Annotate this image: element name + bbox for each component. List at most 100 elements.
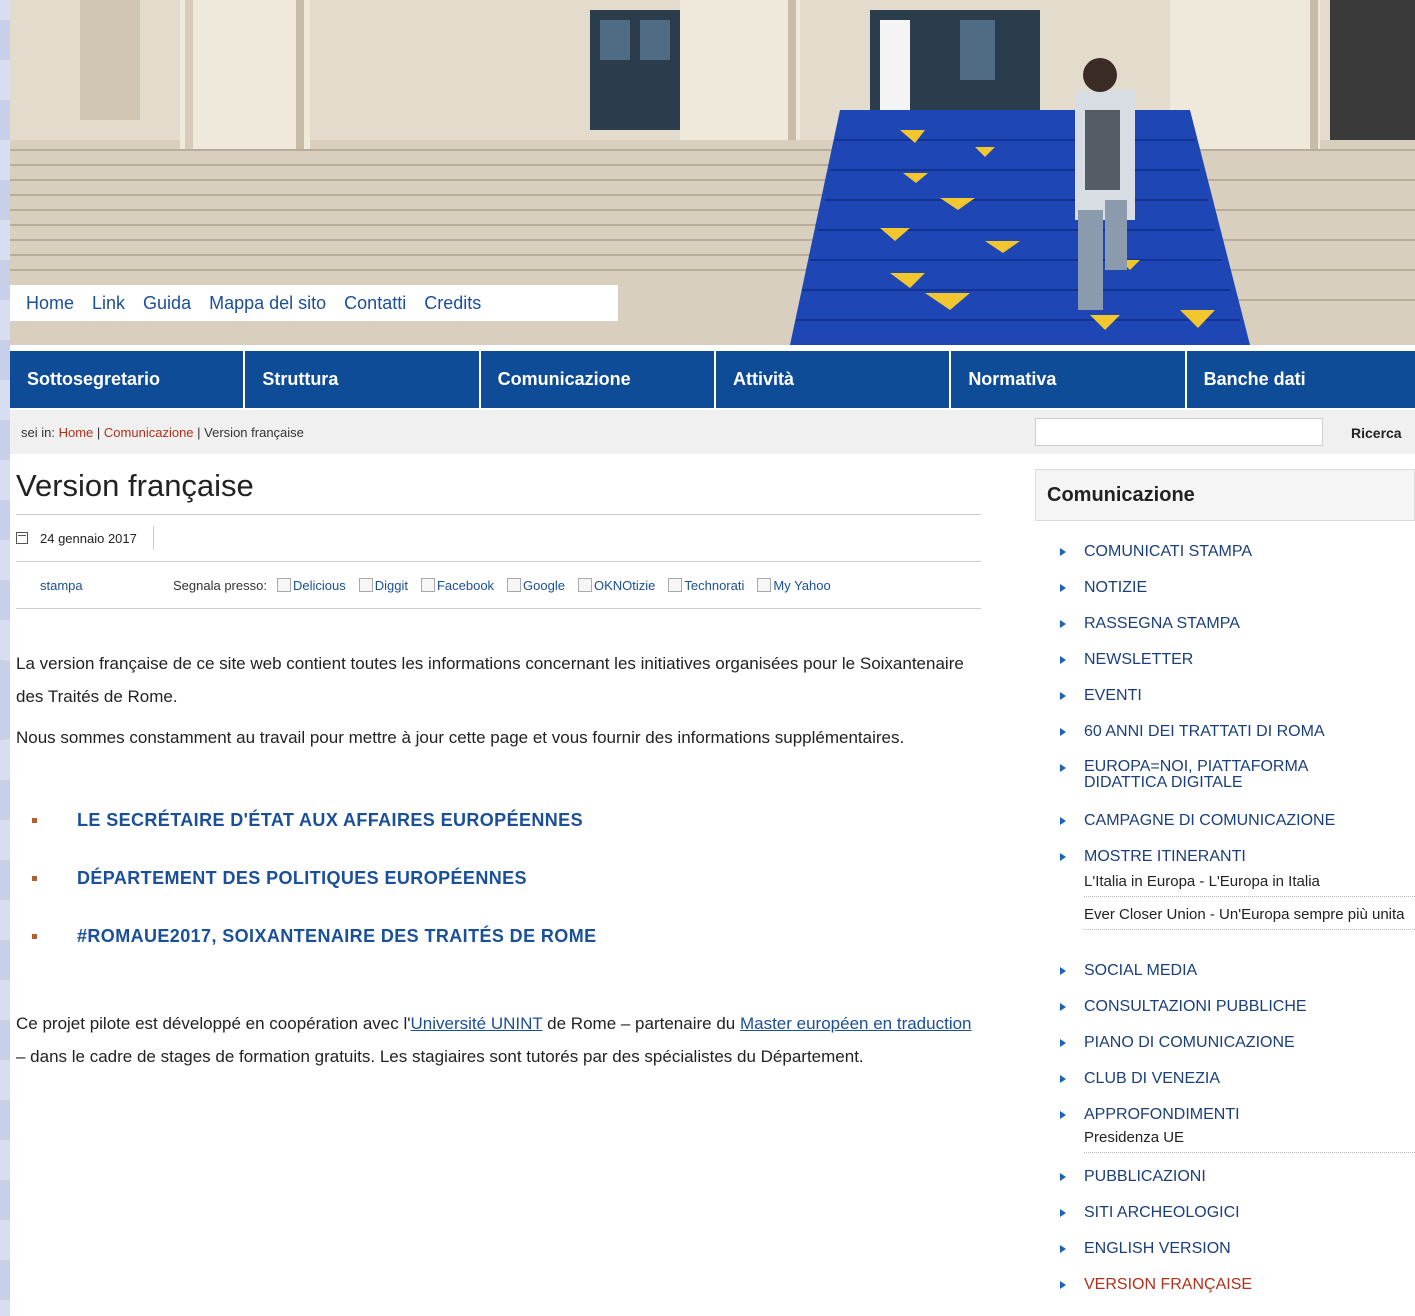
sidebar-item-rassegna-stampa[interactable]: RASSEGNA STAMPA xyxy=(1035,615,1415,651)
arrow-right-icon xyxy=(1060,548,1066,556)
arrow-right-icon xyxy=(1060,1075,1066,1083)
unint-link[interactable]: Université UNINT xyxy=(411,1014,543,1033)
arrow-right-icon xyxy=(1060,656,1066,664)
top-link-credits[interactable]: Credits xyxy=(424,293,481,314)
bullet-icon xyxy=(32,933,37,939)
sidebar-item-club-venezia[interactable]: CLUB DI VENEZIA xyxy=(1035,1070,1415,1106)
arrow-right-icon xyxy=(1060,728,1066,736)
master-link[interactable]: Master européen en traduction xyxy=(740,1014,972,1033)
sidebar-item-newsletter[interactable]: NEWSLETTER xyxy=(1035,651,1415,687)
calendar-icon xyxy=(16,532,28,544)
breadcrumb-separator: | xyxy=(96,425,101,440)
page-container: Home Link Guida Mappa del sito Contatti … xyxy=(10,0,1415,1316)
link-departement[interactable]: DÉPARTEMENT DES POLITIQUES EUROPÉENNES xyxy=(16,849,981,907)
nav-comunicazione[interactable]: Comunicazione xyxy=(480,351,714,408)
update-paragraph: Nous sommes constamment au travail pour … xyxy=(16,728,905,747)
share-myyahoo[interactable]: My Yahoo xyxy=(757,578,831,593)
sidebar-item-comunicati-stampa[interactable]: COMUNICATI STAMPA xyxy=(1035,543,1415,579)
breadcrumb-separator: | xyxy=(197,425,201,440)
top-link-mappa[interactable]: Mappa del sito xyxy=(209,293,326,314)
sidebar-item-mostre-itineranti[interactable]: MOSTRE ITINERANTI L'Italia in Europa - L… xyxy=(1035,848,1415,948)
breadcrumb: sei in: Home | Comunicazione | Version f… xyxy=(21,425,304,440)
top-links-bar: Home Link Guida Mappa del sito Contatti … xyxy=(10,285,618,321)
arrow-right-icon xyxy=(1060,620,1066,628)
sidebar-subitem-italia-in-europa[interactable]: L'Italia in Europa - L'Europa in Italia xyxy=(1084,866,1415,897)
share-diggit[interactable]: Diggit xyxy=(358,578,408,593)
breadcrumb-bar: sei in: Home | Comunicazione | Version f… xyxy=(10,410,1415,454)
project-paragraph: Ce projet pilote est développé en coopér… xyxy=(16,1014,972,1066)
nav-struttura[interactable]: Struttura xyxy=(245,351,479,408)
broken-image-icon xyxy=(358,578,373,592)
sidebar-subitem-presidenza-ue[interactable]: Presidenza UE xyxy=(1084,1124,1415,1153)
top-link-home[interactable]: Home xyxy=(26,293,74,314)
article-date: 24 gennaio 2017 xyxy=(40,530,137,546)
sidebar-item-europa-noi[interactable]: EUROPA=NOI, PIATTAFORMA DIDATTICA DIGITA… xyxy=(1035,759,1334,812)
breadcrumb-current: Version française xyxy=(204,425,304,440)
share-facebook[interactable]: Facebook xyxy=(420,578,494,593)
arrow-right-icon xyxy=(1060,692,1066,700)
share-google[interactable]: Google xyxy=(507,578,565,593)
arrow-right-icon xyxy=(1060,1003,1066,1011)
share-oknotizie[interactable]: OKNOtizie xyxy=(577,578,655,593)
arrow-right-icon xyxy=(1060,764,1066,772)
search-input[interactable] xyxy=(1035,418,1323,446)
arrow-right-icon xyxy=(1060,817,1066,825)
top-link-link[interactable]: Link xyxy=(92,293,125,314)
link-secretaire[interactable]: LE SECRÉTAIRE D'ÉTAT AUX AFFAIRES EUROPÉ… xyxy=(16,791,981,849)
arrow-right-icon xyxy=(1060,853,1066,861)
arrow-right-icon xyxy=(1060,1281,1066,1289)
sidebar-item-english-version[interactable]: ENGLISH VERSION xyxy=(1035,1240,1415,1276)
broken-image-icon xyxy=(276,578,291,592)
sidebar-item-version-francaise[interactable]: VERSION FRANÇAISE xyxy=(1035,1276,1415,1312)
article-meta: 24 gennaio 2017 xyxy=(16,515,981,562)
sidebar-subitem-ever-closer-union[interactable]: Ever Closer Union - Un'Europa sempre più… xyxy=(1084,897,1415,930)
arrow-right-icon xyxy=(1060,584,1066,592)
breadcrumb-home[interactable]: Home xyxy=(59,425,94,440)
hero-banner: Home Link Guida Mappa del sito Contatti … xyxy=(10,0,1415,345)
french-links-list: LE SECRÉTAIRE D'ÉTAT AUX AFFAIRES EUROPÉ… xyxy=(16,791,981,965)
sidebar-menu: COMUNICATI STAMPA NOTIZIE RASSEGNA STAMP… xyxy=(1035,543,1415,1312)
broken-image-icon xyxy=(577,578,592,592)
nav-normativa[interactable]: Normativa xyxy=(951,351,1185,408)
top-link-contatti[interactable]: Contatti xyxy=(344,293,406,314)
search-button[interactable]: Ricerca xyxy=(1351,425,1402,441)
sidebar-item-eventi[interactable]: EVENTI xyxy=(1035,687,1415,723)
sidebar: Comunicazione COMUNICATI STAMPA NOTIZIE … xyxy=(1035,469,1415,1312)
nav-sottosegretario[interactable]: Sottosegretario xyxy=(10,351,244,408)
main-content: Version française 24 gennaio 2017 stampa… xyxy=(16,468,981,1073)
share-label: Segnala presso: xyxy=(173,577,267,593)
sidebar-item-piano[interactable]: PIANO DI COMUNICAZIONE xyxy=(1035,1034,1415,1070)
top-link-guida[interactable]: Guida xyxy=(143,293,191,314)
main-nav: Sottosegretario Struttura Comunicazione … xyxy=(10,351,1415,408)
bullet-icon xyxy=(32,875,37,881)
sidebar-item-campagne[interactable]: CAMPAGNE DI COMUNICAZIONE xyxy=(1035,812,1415,848)
sidebar-item-approfondimenti[interactable]: APPROFONDIMENTI Presidenza UE xyxy=(1035,1106,1415,1154)
arrow-right-icon xyxy=(1060,1173,1066,1181)
broken-image-icon xyxy=(668,578,683,592)
arrow-right-icon xyxy=(1060,1209,1066,1217)
sidebar-item-siti-archeologici[interactable]: SITI ARCHEOLOGICI xyxy=(1035,1204,1415,1240)
arrow-right-icon xyxy=(1060,1039,1066,1047)
arrow-right-icon xyxy=(1060,1245,1066,1253)
nav-attivita[interactable]: Attività xyxy=(715,351,950,408)
sidebar-item-60-anni[interactable]: 60 ANNI DEI TRATTATI DI ROMA xyxy=(1035,723,1415,759)
intro-paragraph: La version française de ce site web cont… xyxy=(16,654,964,706)
print-link[interactable]: stampa xyxy=(40,578,173,593)
arrow-right-icon xyxy=(1060,1111,1066,1119)
arrow-right-icon xyxy=(1060,967,1066,975)
share-delicious[interactable]: Delicious xyxy=(276,578,346,593)
page-title: Version française xyxy=(16,468,981,515)
bullet-icon xyxy=(32,817,37,823)
sidebar-item-social-media[interactable]: SOCIAL MEDIA xyxy=(1035,962,1415,998)
sidebar-item-notizie[interactable]: NOTIZIE xyxy=(1035,579,1415,615)
breadcrumb-prefix: sei in: xyxy=(21,425,55,440)
broken-image-icon xyxy=(507,578,522,592)
nav-banche-dati[interactable]: Banche dati xyxy=(1186,351,1415,408)
share-bar: stampa Segnala presso: Delicious Diggit … xyxy=(16,562,981,609)
breadcrumb-comunicazione[interactable]: Comunicazione xyxy=(104,425,194,440)
share-technorati[interactable]: Technorati xyxy=(668,578,744,593)
sidebar-title: Comunicazione xyxy=(1035,469,1415,521)
sidebar-item-consultazioni[interactable]: CONSULTAZIONI PUBBLICHE xyxy=(1035,998,1415,1034)
sidebar-item-pubblicazioni[interactable]: PUBBLICAZIONI xyxy=(1035,1168,1415,1204)
link-romaue2017[interactable]: #ROMAUE2017, SOIXANTENAIRE DES TRAITÉS D… xyxy=(16,907,981,965)
